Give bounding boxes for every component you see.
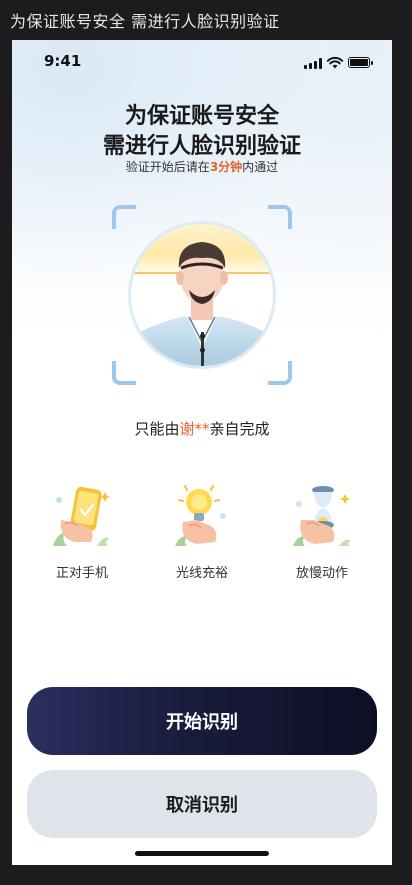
hint-time-highlight: 3分钟 (209, 160, 243, 174)
status-bar: 9:41 (12, 52, 392, 74)
status-time: 9:41 (44, 52, 82, 70)
cancel-recognition-button[interactable]: 取消识别 (27, 770, 377, 838)
hint-prefix: 验证开始后请在 (125, 160, 210, 174)
page-title-line2: 需进行人脸识别验证 (102, 134, 301, 159)
tips-row: 正对手机 光线充裕 放慢动作 (32, 480, 372, 590)
phone-screen: 9:41 为保证账号安全 需进行人脸识别验证 验证开始后请在3分钟内通过 只能由… (12, 40, 392, 865)
start-recognition-button[interactable]: 开始识别 (27, 687, 377, 755)
time-limit-hint: 验证开始后请在3分钟内通过 (12, 158, 392, 175)
tip-label: 放慢动作 (295, 566, 348, 581)
face-avatar-icon (128, 221, 276, 369)
hand-holding-phone-icon (53, 486, 111, 546)
signal-icon (304, 58, 322, 69)
wifi-icon (326, 56, 344, 69)
notice-suffix: 亲自完成 (209, 420, 270, 438)
tip-face-phone: 正对手机 (32, 480, 132, 590)
home-indicator[interactable] (135, 851, 269, 856)
battery-icon (348, 57, 373, 68)
window-title: 为保证账号安全 需进行人脸识别验证 (10, 12, 280, 31)
tip-label: 正对手机 (55, 566, 108, 581)
hand-holding-hourglass-icon (293, 486, 351, 546)
page-title-line1: 为保证账号安全 (124, 104, 279, 129)
masked-user-name: 谢** (179, 420, 210, 438)
status-icons (304, 56, 374, 70)
hand-holding-lightbulb-icon (175, 485, 226, 546)
hint-suffix: 内通过 (242, 160, 279, 174)
tip-good-lighting: 光线充裕 (152, 480, 252, 590)
identity-notice: 只能由谢**亲自完成 (12, 418, 392, 439)
face-scan-frame (112, 205, 292, 385)
notice-prefix: 只能由 (134, 420, 180, 438)
tip-move-slowly: 放慢动作 (272, 480, 372, 590)
tip-label: 光线充裕 (175, 566, 228, 581)
